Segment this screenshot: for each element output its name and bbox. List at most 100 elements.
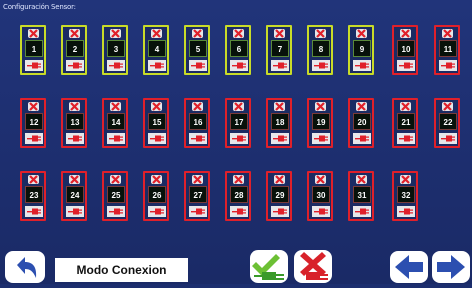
sensor-number: 9 [353, 40, 371, 57]
cross-icon [69, 175, 80, 184]
sensor-number: 15 [148, 113, 166, 130]
plug-icon [25, 133, 43, 144]
sensor-number: 8 [312, 40, 330, 57]
plug-icon [230, 206, 248, 217]
sensor-number: 19 [312, 113, 330, 130]
sensor-tile[interactable]: 10 [392, 25, 418, 75]
sensor-tile[interactable]: 26 [143, 171, 169, 221]
sensor-number: 13 [66, 113, 84, 130]
sensor-tile[interactable]: 17 [225, 98, 251, 148]
sensor-tile[interactable]: 25 [102, 171, 128, 221]
sensor-tile[interactable]: 16 [184, 98, 210, 148]
sensor-number: 24 [66, 186, 84, 203]
sensor-tile[interactable]: 4 [143, 25, 169, 75]
arrow-right-icon [437, 255, 465, 279]
cross-icon [233, 29, 244, 38]
mode-label: Modo Conexion [55, 258, 188, 282]
sensor-tile[interactable]: 7 [266, 25, 292, 75]
cross-plug-icon [300, 252, 328, 280]
cross-icon [151, 175, 162, 184]
sensor-tile[interactable]: 32 [392, 171, 418, 221]
sensor-number: 31 [353, 186, 371, 203]
sensor-tile[interactable]: 28 [225, 171, 251, 221]
sensor-number: 16 [189, 113, 207, 130]
sensor-tile[interactable]: 22 [434, 98, 460, 148]
sensor-config-screen: Configuración Sensor: 1 2 3 4 5 6 7 8 9 10 11 12 13 1… [0, 0, 472, 284]
sensor-number: 7 [271, 40, 289, 57]
cross-icon [110, 175, 121, 184]
sensor-tile[interactable]: 8 [307, 25, 333, 75]
cross-icon [192, 29, 203, 38]
sensor-tile[interactable]: 19 [307, 98, 333, 148]
plug-icon [189, 60, 207, 71]
sensor-tile[interactable]: 15 [143, 98, 169, 148]
sensor-tile[interactable]: 11 [434, 25, 460, 75]
cross-icon [442, 102, 453, 111]
sensor-tile[interactable]: 20 [348, 98, 374, 148]
sensor-tile[interactable]: 21 [392, 98, 418, 148]
plug-icon [189, 133, 207, 144]
cross-icon [110, 102, 121, 111]
sensor-tile[interactable]: 27 [184, 171, 210, 221]
next-page-button[interactable] [432, 251, 470, 283]
cross-icon [442, 29, 453, 38]
sensor-tile[interactable]: 18 [266, 98, 292, 148]
cross-icon [400, 29, 411, 38]
sensor-number: 12 [25, 113, 43, 130]
plug-icon [25, 60, 43, 71]
cross-icon [274, 102, 285, 111]
cross-icon [28, 29, 39, 38]
cross-icon [274, 175, 285, 184]
back-arrow-icon [17, 257, 37, 278]
plug-icon [25, 206, 43, 217]
sensor-tile[interactable]: 5 [184, 25, 210, 75]
plug-icon [66, 60, 84, 71]
plug-icon [66, 206, 84, 217]
back-button[interactable] [5, 251, 45, 283]
sensor-tile[interactable]: 1 [20, 25, 46, 75]
cross-icon [28, 175, 39, 184]
plug-icon [353, 206, 371, 217]
arrow-left-icon [395, 255, 423, 279]
connect-all-button[interactable] [250, 250, 288, 283]
plug-icon [66, 133, 84, 144]
sensor-tile[interactable]: 30 [307, 171, 333, 221]
disconnect-all-button[interactable] [294, 250, 332, 283]
sensor-tile[interactable]: 29 [266, 171, 292, 221]
sensor-tile[interactable]: 23 [20, 171, 46, 221]
cross-icon [315, 102, 326, 111]
plug-icon [107, 133, 125, 144]
cross-icon [28, 102, 39, 111]
plug-icon [148, 133, 166, 144]
sensor-number: 29 [271, 186, 289, 203]
sensor-tile[interactable]: 3 [102, 25, 128, 75]
sensor-tile[interactable]: 12 [20, 98, 46, 148]
plug-icon [397, 206, 415, 217]
cross-icon [356, 29, 367, 38]
sensor-tile[interactable]: 9 [348, 25, 374, 75]
sensor-number: 27 [189, 186, 207, 203]
sensor-tile[interactable]: 2 [61, 25, 87, 75]
sensor-number: 32 [397, 186, 415, 203]
cross-icon [356, 102, 367, 111]
plug-icon [148, 206, 166, 217]
sensor-number: 5 [189, 40, 207, 57]
plug-icon [397, 133, 415, 144]
plug-icon [312, 206, 330, 217]
sensor-tile[interactable]: 14 [102, 98, 128, 148]
sensor-tile[interactable]: 6 [225, 25, 251, 75]
plug-icon [353, 133, 371, 144]
sensor-number: 28 [230, 186, 248, 203]
plug-icon [439, 133, 457, 144]
cross-icon [400, 175, 411, 184]
sensor-number: 10 [397, 40, 415, 57]
prev-page-button[interactable] [390, 251, 428, 283]
cross-icon [274, 29, 285, 38]
cross-icon [356, 175, 367, 184]
sensor-number: 23 [25, 186, 43, 203]
sensor-number: 14 [107, 113, 125, 130]
plug-icon [271, 60, 289, 71]
sensor-tile[interactable]: 13 [61, 98, 87, 148]
sensor-tile[interactable]: 24 [61, 171, 87, 221]
sensor-tile[interactable]: 31 [348, 171, 374, 221]
